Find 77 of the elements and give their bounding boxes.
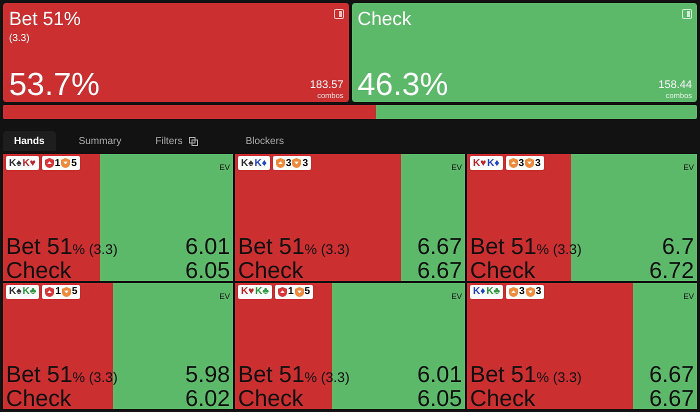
card-label: K♦ — [254, 158, 267, 168]
bet-ev: 6.01 — [417, 364, 462, 385]
bet-ev: 6.67 — [417, 236, 462, 256]
ev-label: EV — [451, 163, 462, 172]
action-share: 46.3% — [358, 68, 448, 100]
card-label: K♠ — [241, 158, 254, 168]
card-label: K♥ — [22, 158, 36, 168]
blocker-count: 5 — [304, 286, 310, 297]
hand-cell[interactable]: K♦K♣ 3 3 EV Bet 51% (3.3) 6.67 Check 6.67 — [467, 282, 697, 409]
shield-icon — [292, 158, 302, 168]
card-label: K♣ — [22, 286, 36, 297]
tab[interactable]: Filters — [144, 131, 209, 151]
check-label: Check — [470, 388, 536, 409]
check-label: Check — [238, 260, 304, 280]
check-ev: 6.02 — [185, 388, 230, 409]
blocker-count: 3 — [302, 158, 308, 168]
hand-cell[interactable]: K♠K♦ 3 3 EV Bet 51% (3.3) 6.67 Check 6.67 — [235, 154, 465, 280]
check-label: Check — [238, 388, 304, 409]
shield-icon — [278, 286, 287, 296]
check-label: Check — [6, 260, 72, 280]
check-ev: 6.67 — [649, 388, 694, 409]
card-label: K♥ — [473, 158, 486, 168]
blocker-count: 3 — [536, 286, 542, 297]
blocker-count: 3 — [535, 158, 541, 168]
bet-ev: 6.67 — [649, 364, 694, 385]
card-label: K♣ — [255, 286, 269, 297]
check-ev: 6.05 — [185, 260, 230, 280]
ev-label: EV — [219, 292, 230, 300]
shield-icon — [62, 286, 71, 296]
ev-label: EV — [451, 292, 462, 300]
combo-count: 183.57 — [310, 79, 344, 91]
shield-icon — [294, 286, 304, 296]
shield-icon — [508, 158, 518, 168]
check-ev: 6.67 — [417, 260, 462, 280]
card-label: K♣ — [486, 286, 500, 297]
bet-label: Bet 51% (3.3) — [238, 236, 350, 260]
card-label: K♠ — [9, 286, 22, 297]
ev-label: EV — [219, 163, 230, 172]
shield-icon — [61, 158, 70, 168]
ev-label: EV — [683, 292, 694, 300]
shield-icon — [45, 286, 54, 296]
blocker-count: 5 — [72, 286, 78, 297]
bet-ev: 5.98 — [185, 364, 230, 385]
blocker-count: 1 — [55, 286, 61, 297]
shield-icon — [525, 158, 534, 168]
action-share: 53.7% — [9, 68, 100, 100]
tab[interactable]: Blockers — [234, 131, 295, 151]
expand-icon[interactable] — [682, 9, 692, 19]
bet-label: Bet 51% (3.3) — [470, 364, 582, 388]
shield-icon — [44, 158, 54, 168]
check-ev: 6.72 — [649, 260, 694, 280]
expand-icon[interactable] — [334, 9, 344, 19]
action-title: Bet 51% — [9, 9, 81, 30]
check-label: Check — [470, 260, 536, 280]
bet-ev: 6.01 — [185, 236, 230, 256]
shield-icon — [526, 286, 535, 296]
card-label: K♦ — [487, 158, 500, 168]
ev-label: EV — [683, 163, 694, 172]
blocker-count: 3 — [519, 286, 525, 297]
card-label: K♥ — [241, 286, 254, 297]
card-label: K♦ — [473, 286, 486, 297]
blocker-count: 1 — [288, 286, 294, 297]
combo-count: 158.44 — [658, 79, 692, 91]
action-title: Check — [358, 9, 412, 30]
card-label: K♠ — [9, 158, 22, 168]
shield-icon — [276, 158, 285, 168]
blocker-count: 1 — [54, 158, 60, 168]
blocker-count: 5 — [71, 158, 77, 168]
tab[interactable]: Summary — [68, 131, 132, 151]
blocker-count: 3 — [518, 158, 524, 168]
check-label: Check — [6, 388, 72, 409]
blocker-count: 3 — [286, 158, 292, 168]
shield-icon — [509, 286, 518, 296]
check-ev: 6.05 — [417, 388, 462, 409]
tab[interactable]: Hands — [3, 131, 56, 151]
bet-ev: 6.7 — [662, 236, 694, 256]
bet-size: (3.3) — [9, 33, 31, 44]
